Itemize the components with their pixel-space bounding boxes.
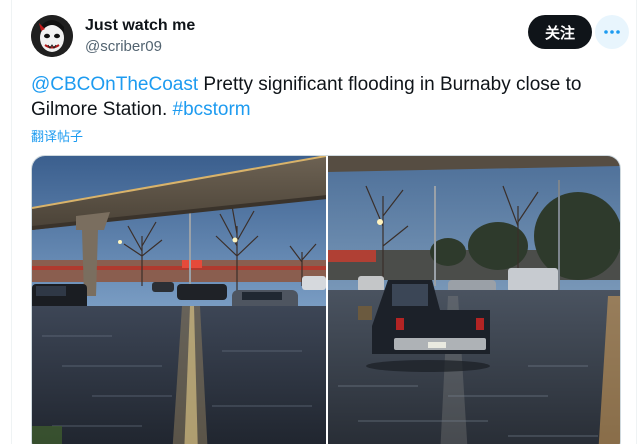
mention-link[interactable]: @CBCOnTheCoast <box>31 74 198 95</box>
flood-photo-skytrain <box>32 156 326 444</box>
follow-button[interactable]: 关注 <box>528 15 592 49</box>
author-display-name[interactable]: Just watch me <box>85 17 195 35</box>
media-grid <box>31 155 621 444</box>
avatar-image <box>31 15 73 57</box>
photo-2[interactable] <box>328 156 620 444</box>
flood-photo-truck <box>328 156 620 444</box>
avatar[interactable] <box>31 15 73 57</box>
tweet-card: Just watch me @scriber09 关注 @CBCOnTheCoa… <box>0 0 640 444</box>
translate-post-link[interactable]: 翻译帖子 <box>31 126 83 145</box>
more-options-button[interactable] <box>595 15 629 49</box>
tweet-text: @CBCOnTheCoast Pretty significant floodi… <box>31 72 601 122</box>
more-horizontal-icon <box>604 30 620 34</box>
author-handle[interactable]: @scriber09 <box>85 38 162 55</box>
timeline-divider-right <box>636 0 637 444</box>
photo-1[interactable] <box>32 156 326 444</box>
timeline-divider-left <box>11 0 12 444</box>
hashtag-link[interactable]: #bcstorm <box>173 99 251 120</box>
